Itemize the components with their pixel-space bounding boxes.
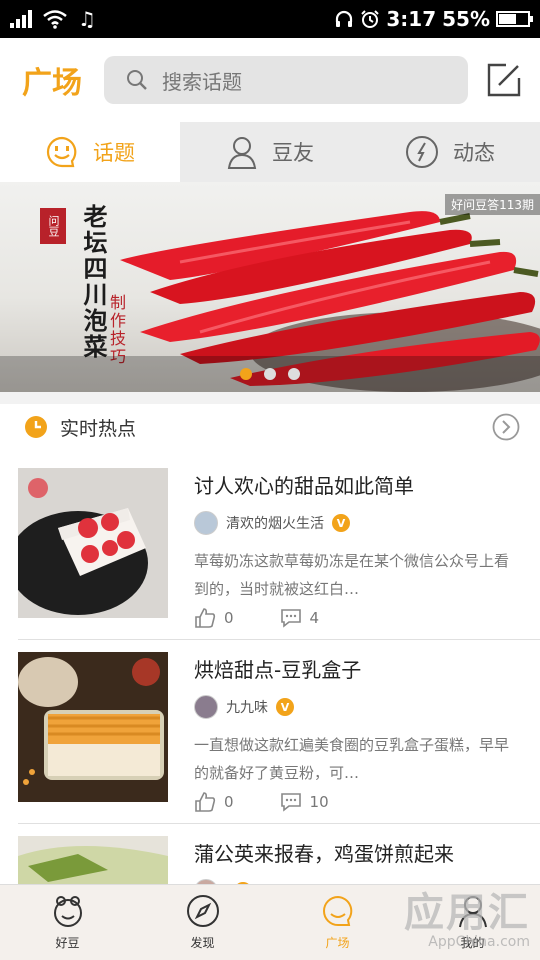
compose-button[interactable] <box>468 62 540 98</box>
tab-label: 话题 <box>93 141 135 165</box>
like-count: 0 <box>224 609 234 627</box>
hot-topics-header: 实时热点 <box>0 404 540 450</box>
battery-percent: 55% <box>442 7 490 31</box>
comment-count: 10 <box>309 793 329 811</box>
wifi-icon <box>43 10 67 29</box>
nav-square[interactable]: 广场 <box>270 885 405 960</box>
carousel-dot[interactable] <box>240 368 252 380</box>
carousel-dot[interactable] <box>288 368 300 380</box>
nav-label: 我的 <box>460 936 485 950</box>
author-name[interactable]: 九九味 <box>226 697 268 717</box>
banner-seal: 问豆 <box>40 208 66 244</box>
thumbs-up-icon[interactable] <box>194 791 216 813</box>
edit-icon <box>487 63 521 97</box>
headphones-icon <box>336 10 353 27</box>
topic-thumbnail <box>18 652 168 802</box>
verified-badge-icon: V <box>276 698 294 716</box>
tab-activity[interactable]: 动态 <box>360 122 540 182</box>
page-title: 广场 <box>22 66 82 101</box>
compass-icon <box>186 895 219 927</box>
clock-icon <box>25 416 47 438</box>
nav-haodou[interactable]: 好豆 <box>0 885 135 960</box>
tab-friends[interactable]: 豆友 <box>180 122 360 182</box>
nav-label: 广场 <box>325 936 350 950</box>
compass-icon <box>406 136 438 168</box>
comment-icon[interactable] <box>280 608 302 628</box>
banner-carousel[interactable]: 好问豆答113期 问豆 老坛四川泡菜 制作技巧 <box>0 182 540 392</box>
nav-discover[interactable]: 发现 <box>135 885 270 960</box>
list-item[interactable]: 讨人欢心的甜品如此简单 清欢的烟火生活 V 草莓奶冻这款草莓奶冻是在某个微信公众… <box>18 456 540 640</box>
status-bar: ♫ 3:17 55% <box>0 0 540 38</box>
search-bar[interactable]: 搜索话题 <box>104 56 468 104</box>
search-icon <box>127 70 147 90</box>
carousel-dot[interactable] <box>264 368 276 380</box>
smile-chat-icon <box>46 136 77 168</box>
topic-title: 蒲公英来报春，鸡蛋饼煎起来 <box>194 842 454 866</box>
avatar[interactable] <box>194 511 218 535</box>
avatar[interactable] <box>194 695 218 719</box>
signal-icon <box>10 10 32 28</box>
nav-mine[interactable]: 我的 <box>405 885 540 960</box>
header: 广场 搜索话题 <box>0 38 540 122</box>
music-icon: ♫ <box>78 7 96 31</box>
list-item[interactable]: 烘焙甜点-豆乳盒子 九九味 V 一直想做这款红遍美食圈的豆乳盒子蛋糕，早早的就备… <box>18 640 540 824</box>
topic-title: 讨人欢心的甜品如此简单 <box>194 474 414 498</box>
battery-icon <box>496 11 533 27</box>
topic-description: 一直想做这款红遍美食圈的豆乳盒子蛋糕，早早的就备好了黄豆粉，可… <box>194 736 510 782</box>
comment-icon[interactable] <box>280 792 302 812</box>
tab-label: 豆友 <box>272 141 314 165</box>
haodou-face-icon <box>53 896 82 927</box>
user-icon <box>458 896 487 928</box>
carousel-indicator <box>0 356 540 392</box>
chevron-right-icon[interactable] <box>492 413 520 441</box>
search-placeholder: 搜索话题 <box>162 69 242 94</box>
like-count: 0 <box>224 793 234 811</box>
tab-label: 动态 <box>453 141 495 165</box>
topic-thumbnail <box>18 468 168 618</box>
topic-title: 烘焙甜点-豆乳盒子 <box>194 658 362 682</box>
alarm-icon <box>361 10 380 28</box>
square-icon <box>322 895 352 926</box>
clock-time: 3:17 <box>386 7 437 31</box>
tab-bar: 话题 豆友 动态 <box>0 122 540 182</box>
bottom-navigation: 好豆 发现 广场 我的 <box>0 884 540 960</box>
topic-description: 草莓奶冻这款草莓奶冻是在某个微信公众号上看到的，当时就被这红白… <box>194 552 510 598</box>
section-title: 实时热点 <box>60 417 137 440</box>
banner-tag: 好问豆答113期 <box>445 194 540 215</box>
tab-topics[interactable]: 话题 <box>0 122 180 182</box>
thumbs-up-icon[interactable] <box>194 607 216 629</box>
section-divider <box>0 392 540 404</box>
nav-label: 好豆 <box>55 936 80 950</box>
person-icon <box>227 137 257 169</box>
comment-count: 4 <box>309 609 320 627</box>
author-name[interactable]: 清欢的烟火生活 <box>226 513 324 533</box>
verified-badge-icon: V <box>332 514 350 532</box>
nav-label: 发现 <box>190 936 215 950</box>
